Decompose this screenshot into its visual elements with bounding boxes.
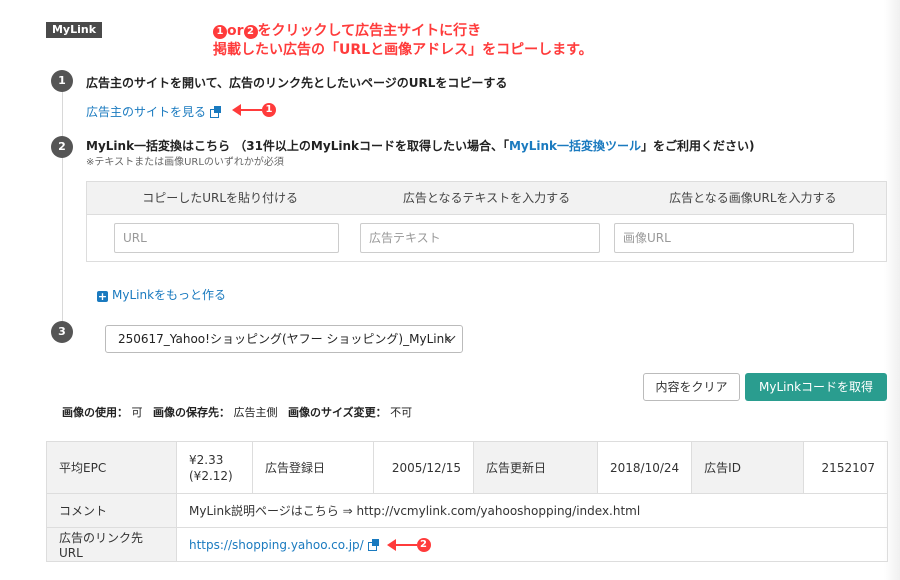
step-2-title-pre: MyLink一括変換はこちら （31件以上のMyLinkコードを取得したい場合、… [86,139,509,153]
ad-id-label: 広告ID [691,441,805,494]
url-input[interactable]: URL [114,223,339,253]
image-use-value: 可 [131,406,143,419]
annotation-or: or [227,23,244,39]
registered-date-value: 2005/12/15 [373,441,474,494]
step-2-number: 2 [51,136,73,158]
annotation-circle-1: 1 [213,25,227,39]
image-url-input[interactable]: 画像URL [614,223,854,253]
get-mylink-code-button[interactable]: MyLinkコードを取得 [745,373,887,401]
plus-icon: + [97,290,108,303]
annotation-arrow-2: 2 [386,537,431,552]
step-3-number: 3 [51,321,73,343]
ad-text-input[interactable]: 広告テキスト [360,223,600,253]
annotation-line-2: 掲載したい広告の「URLと画像アドレス」をコピーします。 [213,42,593,58]
annotation-circle-2: 2 [243,25,258,39]
column-header-text: 広告となるテキストを入力する [402,191,571,205]
image-save-label: 画像の保存先： [153,406,230,419]
mylink-badge: MyLink [46,22,102,38]
advertiser-url-text: https://shopping.yahoo.co.jp/ [189,537,364,552]
step-2-title-post: 」をご利用ください) [641,139,755,153]
clear-button[interactable]: 内容をクリア [643,373,740,401]
annotation-arrow-1-number: 1 [262,103,276,117]
link-url-cell: https://shopping.yahoo.co.jp/ 2 [176,527,888,562]
comment-value: MyLink説明ページはこちら ⇒ http://vcmylink.com/ya… [176,493,888,528]
registered-date-label: 広告登録日 [252,441,374,494]
column-header-url: コピーしたURLを貼り付ける [142,191,299,205]
table-row: 広告のリンク先URL https://shopping.yahoo.co.jp/… [46,527,888,562]
epc-value-sub: (¥2.12) [189,468,233,483]
annotation-line-1-text: をクリックして広告主サイトに行き [257,23,482,39]
updated-date-label: 広告更新日 [473,441,598,494]
external-link-icon [367,538,379,551]
bulk-convert-tool-link[interactable]: MyLink一括変換ツール [509,139,641,153]
required-note: ※テキストまたは画像URLのいずれかが必須 [86,157,284,168]
table-row: コメント MyLink説明ページはこちら ⇒ http://vcmylink.c… [46,493,888,528]
ad-id-value: 2152107 [803,441,888,494]
image-usage-info: 画像の使用： 可 画像の保存先： 広告主側 画像のサイズ変更： 不可 [62,404,412,420]
epc-value: ¥2.33 (¥2.12) [176,441,253,494]
annotation-title: 1 or 2 をクリックして広告主サイトに行き 掲載したい広告の「URLと画像アドレス… [213,22,593,60]
form-table-header: コピーしたURLを貼り付ける 広告となるテキストを入力する 広告となる画像URL… [87,182,886,215]
image-resize-value: 不可 [390,406,413,419]
step-1-number: 1 [51,70,73,92]
ad-info-table: 平均EPC ¥2.33 (¥2.12) 広告登録日 2005/12/15 広告更… [46,441,888,562]
advertiser-site-link-label: 広告主のサイトを見る [86,105,207,119]
column-header-image: 広告となる画像URLを入力する [669,191,837,205]
advertiser-site-link[interactable]: 広告主のサイトを見る [86,103,222,120]
image-save-value: 広告主側 [233,406,278,419]
add-more-mylink-link[interactable]: + MyLinkをもっと作る [97,286,226,303]
annotation-arrow-1: 1 [232,103,276,117]
add-more-mylink-label: MyLinkをもっと作る [112,288,227,302]
ad-program-select[interactable]: 250617_Yahoo!ショッピング(ヤフー ショッピング)_MyLink [105,325,463,353]
comment-label: コメント [46,493,177,528]
ad-program-select-value: 250617_Yahoo!ショッピング(ヤフー ショッピング)_MyLink [118,332,452,346]
epc-value-main: ¥2.33 [189,452,224,467]
link-url-label: 広告のリンク先URL [46,527,177,562]
advertiser-url-link[interactable]: https://shopping.yahoo.co.jp/ [189,538,379,552]
image-use-label: 画像の使用： [62,406,128,419]
updated-date-value: 2018/10/24 [596,441,693,494]
external-link-icon [210,106,222,118]
annotation-line-1: 1 or 2 をクリックして広告主サイトに行き [213,22,593,41]
epc-label: 平均EPC [46,441,177,494]
annotation-arrow-2-number: 2 [416,537,431,552]
step-1-title: 広告主のサイトを開いて、広告のリンク先としたいページのURLをコピーする [86,76,508,90]
step-2-title: MyLink一括変換はこちら （31件以上のMyLinkコードを取得したい場合、… [86,137,755,154]
table-row: 平均EPC ¥2.33 (¥2.12) 広告登録日 2005/12/15 広告更… [46,441,888,494]
step-connector-line [62,90,63,330]
image-resize-label: 画像のサイズ変更： [288,406,387,419]
